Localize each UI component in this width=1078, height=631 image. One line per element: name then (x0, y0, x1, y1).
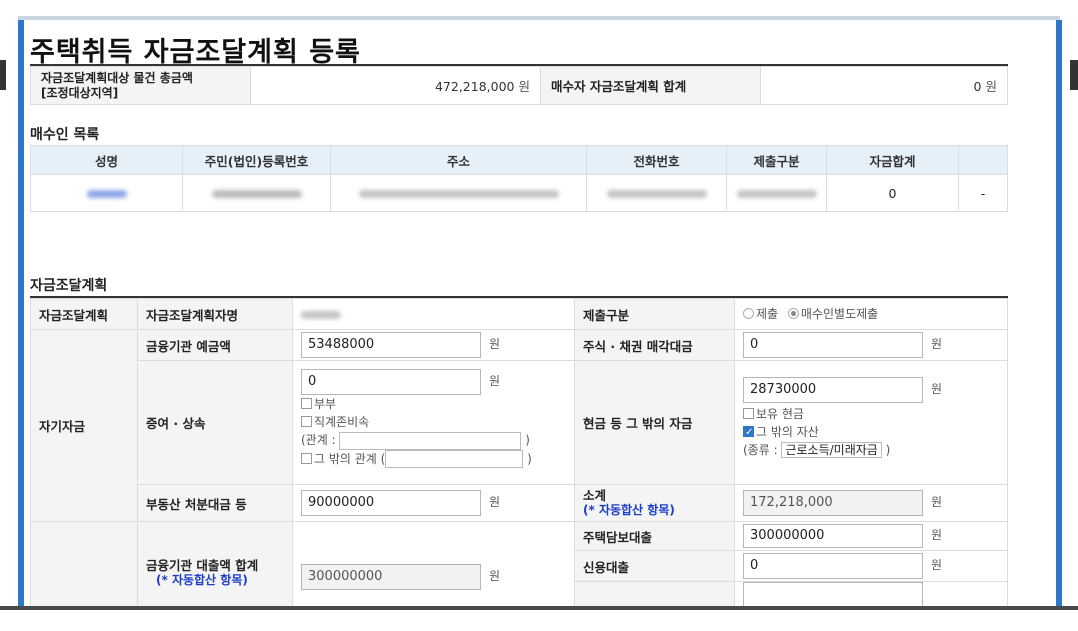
window-right-border (1056, 20, 1062, 610)
cash-other-input[interactable]: 28730000 (743, 377, 923, 403)
cash-on-hand-checkbox[interactable] (743, 408, 754, 419)
buyer-name-link[interactable] (30, 174, 183, 212)
buyer-id-number (182, 174, 331, 212)
realestate-sale-input[interactable]: 90000000 (301, 490, 481, 516)
spouse-checkbox[interactable] (301, 398, 312, 409)
planner-name-label: 자금조달계획자명 (137, 298, 293, 330)
buyer-phone (586, 174, 727, 212)
col-fund-total: 자금합계 (826, 145, 959, 175)
col-action (958, 145, 1008, 175)
credit-loan-label: 신용대출 (574, 550, 735, 582)
summary-table: 자금조달계획대상 물건 총금액 [조정대상지역] 472,218,000 원 매… (30, 66, 1008, 105)
buyer-total-label: 매수자 자금조달계획 합계 (540, 66, 761, 105)
mortgage-input[interactable]: 300000000 (743, 524, 923, 548)
funding-plan-title: 자금조달계획 (30, 278, 108, 294)
loan-total-input: 300000000 (301, 564, 481, 590)
background-edge-right (1070, 60, 1078, 90)
other-relation-checkbox[interactable] (301, 452, 312, 464)
deposit-input[interactable]: 53488000 (301, 332, 481, 358)
gift-inheritance-label: 증여 · 상속 (137, 360, 293, 485)
buyer-submit-type (726, 174, 827, 212)
relation-input[interactable] (339, 431, 522, 450)
separate-submit-radio[interactable] (787, 308, 799, 319)
other-assets-checkbox[interactable] (743, 424, 754, 442)
submit-radio[interactable] (743, 308, 754, 319)
borrowed-funds-label (30, 521, 138, 612)
window-top-border (18, 16, 1060, 20)
lineal-checkbox[interactable] (301, 416, 312, 427)
plan-label: 자금조달계획 (30, 298, 138, 330)
stock-sale-input[interactable]: 0 (743, 332, 923, 358)
col-address: 주소 (330, 145, 587, 175)
window-left-border (18, 20, 24, 610)
planner-name-value (292, 298, 575, 330)
subtotal-label: 소계 (* 자동합산 항목) (574, 484, 735, 522)
cash-other-label: 현금 등 그 밖의 자금 (574, 360, 735, 485)
col-submit-type: 제출구분 (726, 145, 827, 175)
background-edge-left (0, 60, 6, 90)
submit-type-label: 제출구분 (574, 298, 735, 330)
window-bottom-border (0, 606, 1078, 631)
table-row[interactable]: 0 - (30, 174, 1008, 212)
credit-loan-input[interactable]: 0 (743, 553, 923, 579)
col-id-number: 주민(법인)등록번호 (182, 145, 331, 175)
total-amount-label: 자금조달계획대상 물건 총금액 [조정대상지역] (30, 66, 251, 105)
buyer-table-header: 성명 주민(법인)등록번호 주소 전화번호 제출구분 자금합계 (30, 145, 1008, 175)
asset-kind-input[interactable]: 근로소득/미래자금 (781, 442, 882, 458)
submit-type-options: 제출 매수인별도제출 (734, 298, 1008, 330)
mortgage-label: 주택담보대출 (574, 521, 735, 551)
loan-total-label: 금융기관 대출액 합계 (* 자동합산 항목) (137, 521, 293, 612)
buyer-fund-total: 0 (826, 174, 959, 212)
buyer-list-title: 매수인 목록 (30, 127, 100, 143)
total-amount-value: 472,218,000 원 (250, 66, 541, 105)
col-phone: 전화번호 (586, 145, 727, 175)
subtotal-input: 172,218,000 (743, 490, 923, 516)
gift-input[interactable]: 0 (301, 369, 481, 395)
stock-sale-label: 주식 · 채권 매각대금 (574, 329, 735, 361)
other-loan-input[interactable] (743, 582, 923, 608)
funding-plan-table: 자금조달계획 자금조달계획자명 제출구분 제출 매수인별도제출 자기자금 금융기… (30, 298, 1008, 612)
buyer-total-value: 0 원 (760, 66, 1008, 105)
buyer-address (330, 174, 587, 212)
col-name: 성명 (30, 145, 183, 175)
buyer-action[interactable]: - (958, 174, 1008, 212)
deposit-label: 금융기관 예금액 (137, 329, 293, 361)
plan-row-header: 자금조달계획 자금조달계획자명 제출구분 제출 매수인별도제출 (30, 298, 1008, 330)
self-funds-label: 자기자금 (30, 329, 138, 522)
other-relation-input[interactable] (385, 450, 524, 468)
buyer-table: 성명 주민(법인)등록번호 주소 전화번호 제출구분 자금합계 0 - (30, 145, 1008, 212)
realestate-sale-label: 부동산 처분대금 등 (137, 484, 293, 522)
